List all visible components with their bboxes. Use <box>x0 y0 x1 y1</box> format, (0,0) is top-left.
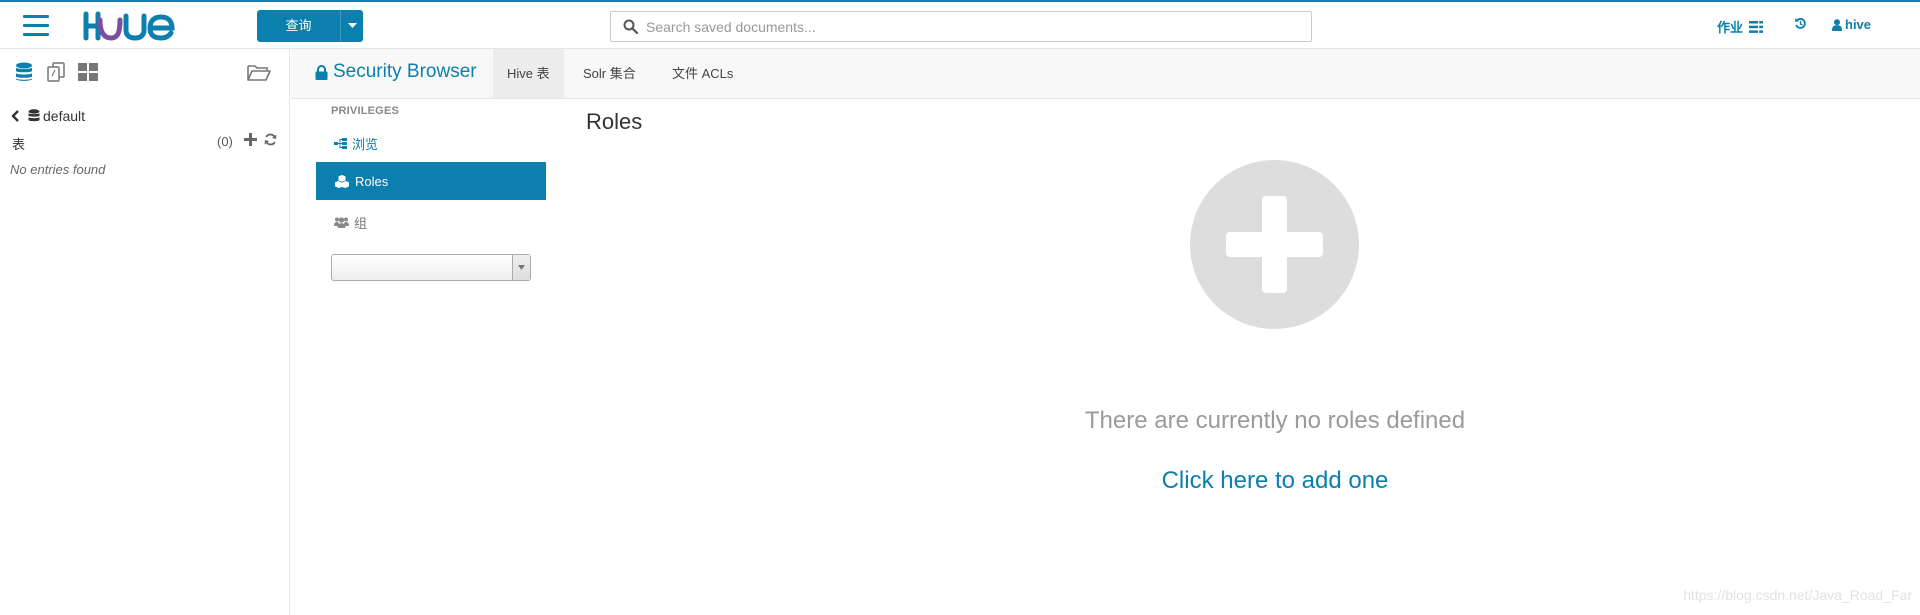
assist-panel-tabs <box>13 62 99 82</box>
sidebar-item-browse[interactable]: 浏览 <box>316 124 546 162</box>
app-title-label: Security Browser <box>333 61 477 82</box>
privileges-header: PRIVILEGES <box>331 105 400 117</box>
hamburger-menu-icon[interactable] <box>23 15 49 37</box>
cubes-icon <box>334 174 350 188</box>
tab-hive-tables[interactable]: Hive 表 <box>493 49 564 98</box>
user-icon <box>1832 18 1842 31</box>
no-entries-text: No entries found <box>10 162 106 177</box>
search-box <box>610 11 1312 42</box>
sidebar-item-label: Roles <box>355 173 389 189</box>
app-title[interactable]: Security Browser <box>315 61 477 83</box>
sidebar-item-label: 浏览 <box>352 136 379 152</box>
tab-label: 文件 ACLs <box>672 66 734 81</box>
top-navbar: 查询 作业 hive <box>0 0 1920 49</box>
sitemap-icon <box>334 137 347 149</box>
tab-file-acls[interactable]: 文件 ACLs <box>658 49 747 98</box>
history-icon <box>1795 18 1806 29</box>
user-menu[interactable]: hive <box>1832 17 1871 32</box>
add-table-icon[interactable] <box>244 133 257 146</box>
empty-state-message: There are currently no roles defined <box>1084 407 1466 434</box>
sidebar-item-groups[interactable]: 组 <box>316 203 546 241</box>
chevron-down-icon[interactable] <box>512 255 530 280</box>
tables-count: (0) <box>217 134 233 149</box>
jobs-label: 作业 <box>1717 20 1744 35</box>
database-icon <box>28 109 40 122</box>
database-name: default <box>43 108 86 124</box>
back-chevron-icon[interactable] <box>11 110 20 122</box>
watermark: https://blog.csdn.net/Java_Road_Far <box>1683 587 1912 603</box>
refresh-icon[interactable] <box>264 133 277 146</box>
history-button[interactable] <box>1794 17 1807 30</box>
sidebar-item-roles[interactable]: Roles <box>316 162 546 200</box>
assist-panel: default 表 (0) No entries found <box>0 49 290 615</box>
documents-icon[interactable] <box>45 62 67 82</box>
user-name: hive <box>1845 17 1872 32</box>
dashboard-icon[interactable] <box>77 62 99 82</box>
page-title: Roles <box>586 109 643 134</box>
folder-open-icon[interactable] <box>247 62 271 87</box>
hue-logo[interactable] <box>82 10 182 42</box>
database-icon[interactable] <box>13 62 35 82</box>
group-filter-select[interactable] <box>331 254 531 281</box>
lock-icon <box>315 64 328 80</box>
tables-header: 表 (0) <box>12 133 278 153</box>
query-button-label: 查询 <box>285 18 312 33</box>
query-button[interactable]: 查询 <box>257 10 363 42</box>
tables-label: 表 <box>12 137 26 152</box>
search-icon <box>623 19 638 34</box>
users-icon <box>334 216 349 228</box>
tab-solr-collections[interactable]: Solr 集合 <box>569 49 650 98</box>
search-input[interactable] <box>646 18 1286 35</box>
tab-label: Solr 集合 <box>583 66 636 81</box>
query-dropdown-chevron-icon[interactable] <box>340 10 363 42</box>
app-header: Security Browser Hive 表 Solr 集合 文件 ACLs <box>291 49 1920 99</box>
jobs-button[interactable]: 作业 <box>1717 17 1764 36</box>
jobs-list-icon <box>1749 20 1764 33</box>
sidebar-item-label: 组 <box>354 215 368 231</box>
add-role-plus-icon[interactable] <box>1190 160 1359 329</box>
tab-label: Hive 表 <box>507 66 550 81</box>
database-breadcrumb[interactable]: default <box>11 108 85 124</box>
add-role-link[interactable]: Click here to add one <box>1000 467 1550 495</box>
